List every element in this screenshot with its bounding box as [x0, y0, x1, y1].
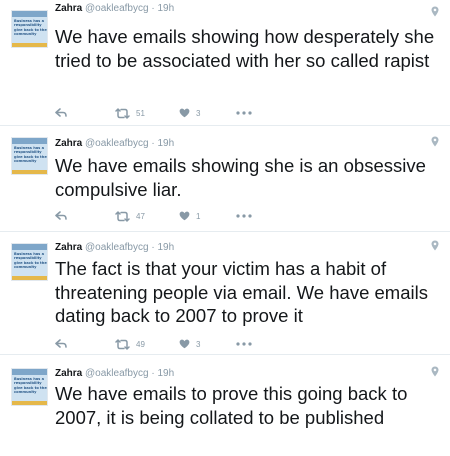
tweet-header: Zahra @oakleafbycg · 19h [55, 3, 174, 15]
tweet-actions: 51 3 [55, 106, 255, 120]
separator: · [151, 138, 155, 149]
reply-button[interactable] [55, 209, 67, 223]
tweet-text: We have emails showing how desperately s… [55, 26, 435, 71]
reply-icon [55, 339, 67, 348]
more-dots-icon [236, 111, 252, 115]
like-count: 3 [196, 339, 201, 349]
avatar[interactable]: Business has a responsibility give back … [11, 10, 48, 48]
avatar[interactable]: Business has a responsibility give back … [11, 368, 48, 406]
timestamp[interactable]: 19h [157, 3, 174, 14]
more-options-button[interactable] [236, 209, 252, 223]
location-pin-icon[interactable] [431, 366, 439, 377]
avatar-logo-text: Business has a responsibility give back … [14, 146, 47, 164]
avatar[interactable]: Business has a responsibility give back … [11, 243, 48, 281]
like-button[interactable]: 3 [179, 337, 200, 351]
tweet-header: Zahra @oakleafbycg · 19h [55, 368, 174, 380]
retweet-count: 49 [136, 339, 145, 349]
tweet-actions: 49 3 [55, 337, 255, 351]
reply-icon [55, 108, 67, 117]
reply-button[interactable] [55, 106, 67, 120]
heart-icon [179, 108, 190, 118]
tweet[interactable]: Business has a responsibility give back … [0, 0, 450, 126]
user-handle[interactable]: @oakleafbycg [85, 138, 149, 149]
retweet-icon [115, 210, 130, 222]
retweet-count: 47 [136, 211, 145, 221]
separator: · [151, 242, 155, 253]
heart-icon [179, 339, 190, 349]
separator: · [151, 3, 155, 14]
retweet-icon [115, 338, 130, 350]
retweet-count: 51 [136, 108, 145, 118]
tweet[interactable]: Business has a responsibility give back … [0, 356, 450, 456]
reply-button[interactable] [55, 337, 67, 351]
display-name[interactable]: Zahra [55, 138, 82, 149]
tweet-header: Zahra @oakleafbycg · 19h [55, 138, 174, 150]
tweet-actions: 47 1 [55, 209, 255, 223]
avatar-logo-text: Business has a responsibility give back … [14, 19, 47, 37]
location-pin-icon[interactable] [431, 6, 439, 17]
like-button[interactable]: 1 [179, 209, 200, 223]
more-dots-icon [236, 214, 252, 218]
avatar[interactable]: Business has a responsibility give back … [11, 137, 48, 175]
timestamp[interactable]: 19h [157, 138, 174, 149]
separator: · [151, 368, 155, 379]
tweet-text: We have emails showing she is an obsessi… [55, 155, 426, 200]
user-handle[interactable]: @oakleafbycg [85, 242, 149, 253]
tweet[interactable]: Business has a responsibility give back … [0, 127, 450, 232]
reply-icon [55, 211, 67, 220]
avatar-logo-text: Business has a responsibility give back … [14, 377, 47, 395]
user-handle[interactable]: @oakleafbycg [85, 3, 149, 14]
display-name[interactable]: Zahra [55, 3, 82, 14]
location-pin-icon[interactable] [431, 136, 439, 147]
timestamp[interactable]: 19h [157, 368, 174, 379]
retweet-icon [115, 107, 130, 119]
tweet[interactable]: Business has a responsibility give back … [0, 233, 450, 355]
heart-icon [179, 211, 190, 221]
more-options-button[interactable] [236, 106, 252, 120]
retweet-button[interactable]: 51 [115, 106, 145, 120]
tweet-text: We have emails to prove this going back … [55, 383, 408, 428]
like-count: 1 [196, 211, 201, 221]
more-dots-icon [236, 342, 252, 346]
like-count: 3 [196, 108, 201, 118]
tweet-text: The fact is that your victim has a habit… [55, 258, 428, 326]
avatar-logo-text: Business has a responsibility give back … [14, 252, 47, 270]
location-pin-icon[interactable] [431, 240, 439, 251]
retweet-button[interactable]: 47 [115, 209, 145, 223]
user-handle[interactable]: @oakleafbycg [85, 368, 149, 379]
more-options-button[interactable] [236, 337, 252, 351]
like-button[interactable]: 3 [179, 106, 200, 120]
retweet-button[interactable]: 49 [115, 337, 145, 351]
display-name[interactable]: Zahra [55, 242, 82, 253]
timestamp[interactable]: 19h [157, 242, 174, 253]
display-name[interactable]: Zahra [55, 368, 82, 379]
tweet-header: Zahra @oakleafbycg · 19h [55, 242, 174, 254]
